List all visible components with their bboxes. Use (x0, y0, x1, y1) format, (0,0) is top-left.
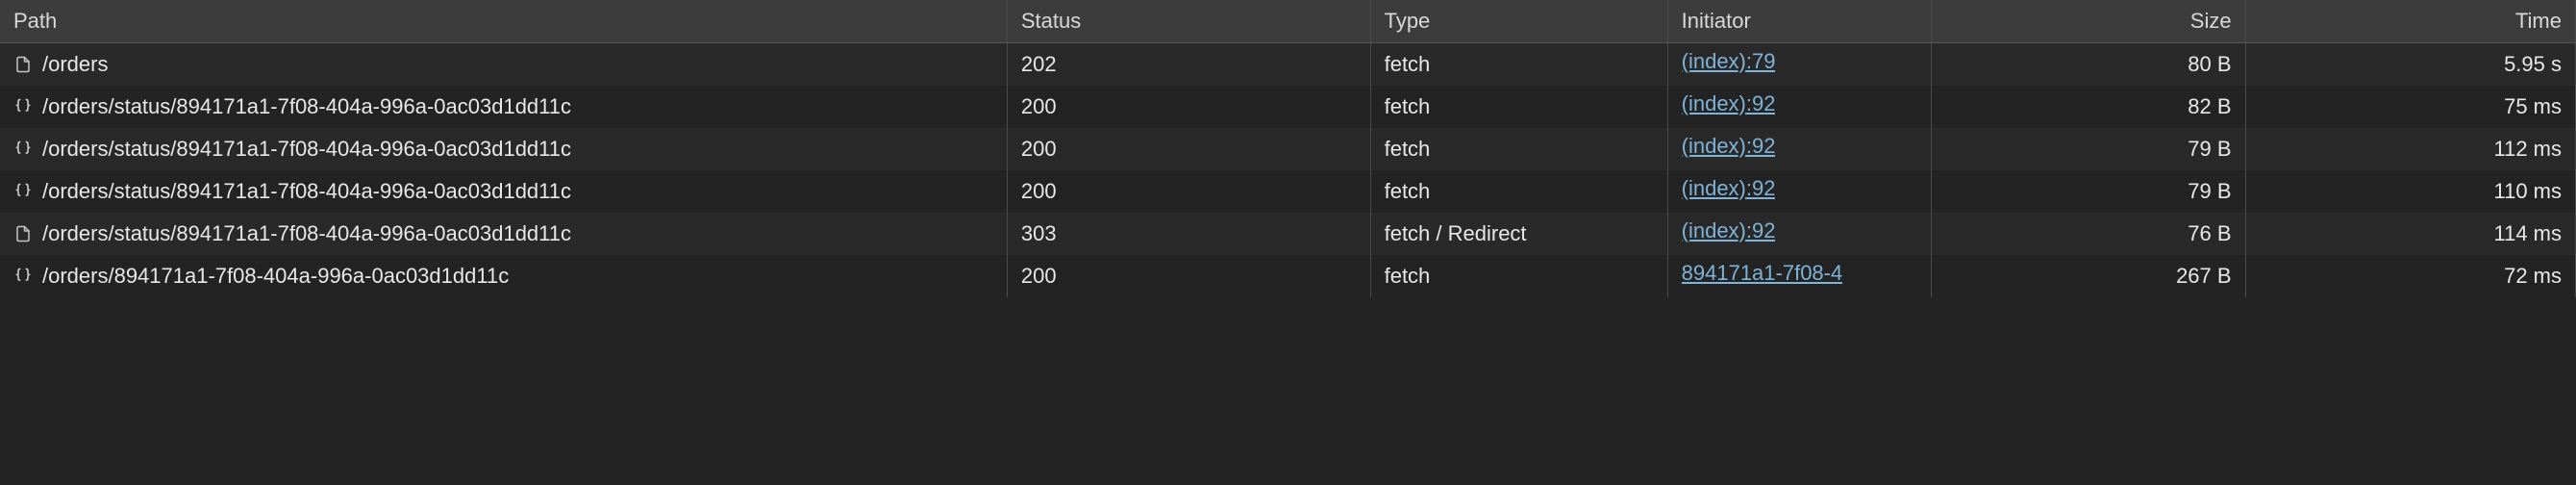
cell-initiator: (index):92 (1667, 213, 1932, 255)
request-path: /orders/status/894171a1-7f08-404a-996a-0… (42, 179, 571, 204)
cell-initiator: (index):79 (1667, 42, 1932, 86)
table-row[interactable]: /orders/status/894171a1-7f08-404a-996a-0… (0, 128, 2576, 170)
request-path: /orders (42, 52, 108, 77)
cell-path: /orders/status/894171a1-7f08-404a-996a-0… (0, 170, 1007, 213)
request-path: /orders/status/894171a1-7f08-404a-996a-0… (42, 94, 571, 119)
json-braces-icon (13, 182, 33, 201)
cell-status: 200 (1007, 170, 1370, 213)
column-header-size[interactable]: Size (1932, 0, 2245, 42)
cell-path: /orders/status/894171a1-7f08-404a-996a-0… (0, 86, 1007, 128)
cell-size: 76 B (1932, 213, 2245, 255)
cell-size: 80 B (1932, 42, 2245, 86)
request-path: /orders/status/894171a1-7f08-404a-996a-0… (42, 137, 571, 162)
initiator-link[interactable]: (index):92 (1682, 218, 1776, 243)
cell-path: /orders/status/894171a1-7f08-404a-996a-0… (0, 213, 1007, 255)
cell-initiator: (index):92 (1667, 128, 1932, 170)
column-header-status[interactable]: Status (1007, 0, 1370, 42)
cell-type: fetch (1370, 86, 1667, 128)
cell-status: 200 (1007, 128, 1370, 170)
cell-path: /orders (0, 42, 1007, 86)
table-row[interactable]: /orders/status/894171a1-7f08-404a-996a-0… (0, 170, 2576, 213)
cell-time: 114 ms (2245, 213, 2575, 255)
json-braces-icon (13, 140, 33, 159)
cell-path: /orders/894171a1-7f08-404a-996a-0ac03d1d… (0, 255, 1007, 297)
column-header-type[interactable]: Type (1370, 0, 1667, 42)
cell-initiator: (index):92 (1667, 86, 1932, 128)
request-path: /orders/894171a1-7f08-404a-996a-0ac03d1d… (42, 264, 509, 289)
initiator-link[interactable]: (index):79 (1682, 49, 1776, 74)
column-header-path[interactable]: Path (0, 0, 1007, 42)
table-row[interactable]: /orders 202fetch (index):79 80 B5.95 s (0, 42, 2576, 86)
cell-time: 75 ms (2245, 86, 2575, 128)
initiator-link[interactable]: (index):92 (1682, 91, 1776, 116)
request-path: /orders/status/894171a1-7f08-404a-996a-0… (42, 221, 571, 246)
cell-status: 303 (1007, 213, 1370, 255)
json-braces-icon (13, 97, 33, 116)
cell-status: 200 (1007, 86, 1370, 128)
cell-time: 5.95 s (2245, 42, 2575, 86)
cell-path: /orders/status/894171a1-7f08-404a-996a-0… (0, 128, 1007, 170)
json-braces-icon (13, 267, 33, 286)
document-icon (13, 55, 33, 74)
cell-type: fetch (1370, 128, 1667, 170)
column-header-time[interactable]: Time (2245, 0, 2575, 42)
cell-status: 202 (1007, 42, 1370, 86)
cell-type: fetch / Redirect (1370, 213, 1667, 255)
cell-initiator: (index):92 (1667, 170, 1932, 213)
cell-size: 82 B (1932, 86, 2245, 128)
cell-time: 112 ms (2245, 128, 2575, 170)
cell-type: fetch (1370, 170, 1667, 213)
initiator-link[interactable]: 894171a1-7f08-4 (1682, 261, 1843, 286)
initiator-link[interactable]: (index):92 (1682, 176, 1776, 201)
column-header-initiator[interactable]: Initiator (1667, 0, 1932, 42)
cell-size: 267 B (1932, 255, 2245, 297)
cell-size: 79 B (1932, 170, 2245, 213)
cell-type: fetch (1370, 42, 1667, 86)
cell-size: 79 B (1932, 128, 2245, 170)
cell-type: fetch (1370, 255, 1667, 297)
table-row[interactable]: /orders/status/894171a1-7f08-404a-996a-0… (0, 86, 2576, 128)
cell-status: 200 (1007, 255, 1370, 297)
cell-initiator: 894171a1-7f08-4 (1667, 255, 1932, 297)
network-requests-table: Path Status Type Initiator Size Time /or… (0, 0, 2576, 297)
table-row[interactable]: /orders/894171a1-7f08-404a-996a-0ac03d1d… (0, 255, 2576, 297)
cell-time: 72 ms (2245, 255, 2575, 297)
cell-time: 110 ms (2245, 170, 2575, 213)
initiator-link[interactable]: (index):92 (1682, 134, 1776, 159)
table-header-row: Path Status Type Initiator Size Time (0, 0, 2576, 42)
document-icon (13, 224, 33, 243)
table-row[interactable]: /orders/status/894171a1-7f08-404a-996a-0… (0, 213, 2576, 255)
